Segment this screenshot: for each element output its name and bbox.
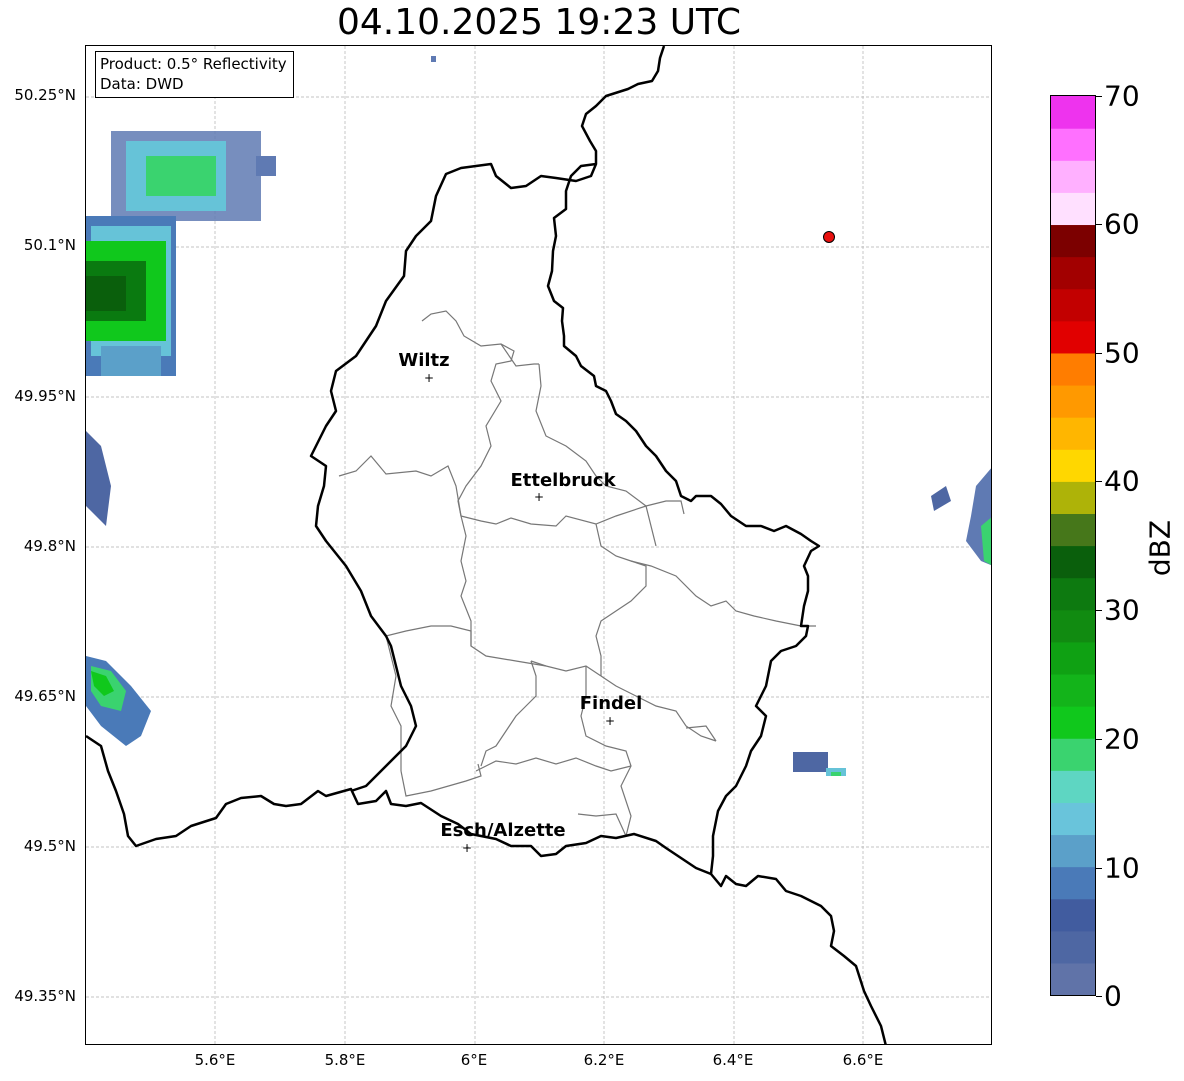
colorbar-segment [1051,866,1095,900]
colorbar [1050,95,1096,996]
radar-echo-east [931,468,991,566]
colorbar-segment [1051,224,1095,258]
colorbar-label-20: 20 [1104,722,1140,756]
colorbar-label-40: 40 [1104,464,1140,498]
map-panel[interactable] [85,45,992,1045]
colorbar-segment [1051,417,1095,450]
colorbar-segment [1051,706,1095,739]
colorbar-label-10: 10 [1104,851,1140,885]
lat-label-50-1: 50.1°N [23,236,76,254]
colorbar-gradient [1051,96,1095,995]
colorbar-segment [1051,320,1095,354]
lat-label-49-95: 49.95°N [14,387,76,405]
lat-label-49-5: 49.5°N [23,837,76,855]
city-label-findel: Findel [579,693,643,714]
colorbar-segment [1051,898,1095,932]
info-data-source: Data: DWD [100,75,184,93]
colorbar-label-70: 70 [1104,79,1140,113]
info-product: Product: 0.5° Reflectivity [100,55,287,73]
colorbar-tick [1096,739,1102,740]
lat-label-49-8: 49.8°N [23,537,76,555]
city-marker-findel: + [604,714,616,728]
colorbar-segment [1051,834,1095,868]
colorbar-segment [1051,641,1095,675]
colorbar-tick [1096,96,1102,97]
colorbar-tick [1096,224,1102,225]
colorbar-segment [1051,384,1095,418]
lon-label-6-6: 6.6°E [842,1051,884,1069]
lat-label-50-25: 50.25°N [14,86,76,104]
colorbar-segment [1051,609,1095,643]
lon-label-5-8: 5.8°E [324,1051,366,1069]
lon-label-6: 6°E [460,1051,488,1069]
city-marker-wiltz: + [423,371,435,385]
colorbar-segment [1051,738,1095,771]
lat-label-49-65: 49.65°N [14,687,76,705]
map-title: 04.10.2025 19:23 UTC [336,2,742,43]
colorbar-segment [1051,513,1095,547]
colorbar-segment [1051,160,1095,193]
country-border-east [546,46,821,875]
colorbar-label-60: 60 [1104,207,1140,241]
colorbar-segment [1051,481,1095,514]
colorbar-segment [1051,192,1095,226]
colorbar-segment [1051,449,1095,482]
colorbar-tick [1096,353,1102,354]
lon-label-5-6: 5.6°E [194,1051,236,1069]
city-label-ettelbruck: Ettelbruck [510,470,616,491]
colorbar-segment [1051,352,1095,386]
colorbar-segment [1051,256,1095,290]
colorbar-unit-label: dBZ [1143,519,1177,577]
colorbar-label-0: 0 [1104,979,1122,1013]
colorbar-segment [1051,930,1095,964]
country-border-luxembourg [86,734,887,1044]
lon-label-6-4: 6.4°E [712,1051,754,1069]
radar-site-marker [823,231,835,243]
colorbar-label-30: 30 [1104,593,1140,627]
colorbar-segment [1051,96,1095,129]
lon-label-6-2: 6.2°E [583,1051,625,1069]
colorbar-segment [1051,802,1095,836]
info-box: Product: 0.5° Reflectivity Data: DWD [95,51,294,98]
radar-echo-northwest [86,56,436,376]
colorbar-segment [1051,577,1095,611]
colorbar-tick [1096,610,1102,611]
city-marker-ettelbruck: + [533,490,545,504]
lat-label-49-35: 49.35°N [14,987,76,1005]
radar-echo-southeast [793,752,846,776]
colorbar-segment [1051,128,1095,161]
colorbar-tick [1096,996,1102,997]
colorbar-label-50: 50 [1104,336,1140,370]
district-boundaries [338,310,816,837]
colorbar-tick [1096,481,1102,482]
colorbar-segment [1051,770,1095,803]
radar-echo-west [86,431,111,526]
colorbar-tick [1096,868,1102,869]
city-label-esch-alzette: Esch/Alzette [440,820,566,841]
radar-echo-southwest [86,656,151,746]
colorbar-segment [1051,288,1095,322]
city-label-wiltz: Wiltz [398,350,450,371]
colorbar-segment [1051,545,1095,579]
colorbar-segment [1051,962,1095,995]
colorbar-segment [1051,673,1095,707]
city-marker-esch-alzette: + [461,841,473,855]
map-canvas [86,46,991,1044]
